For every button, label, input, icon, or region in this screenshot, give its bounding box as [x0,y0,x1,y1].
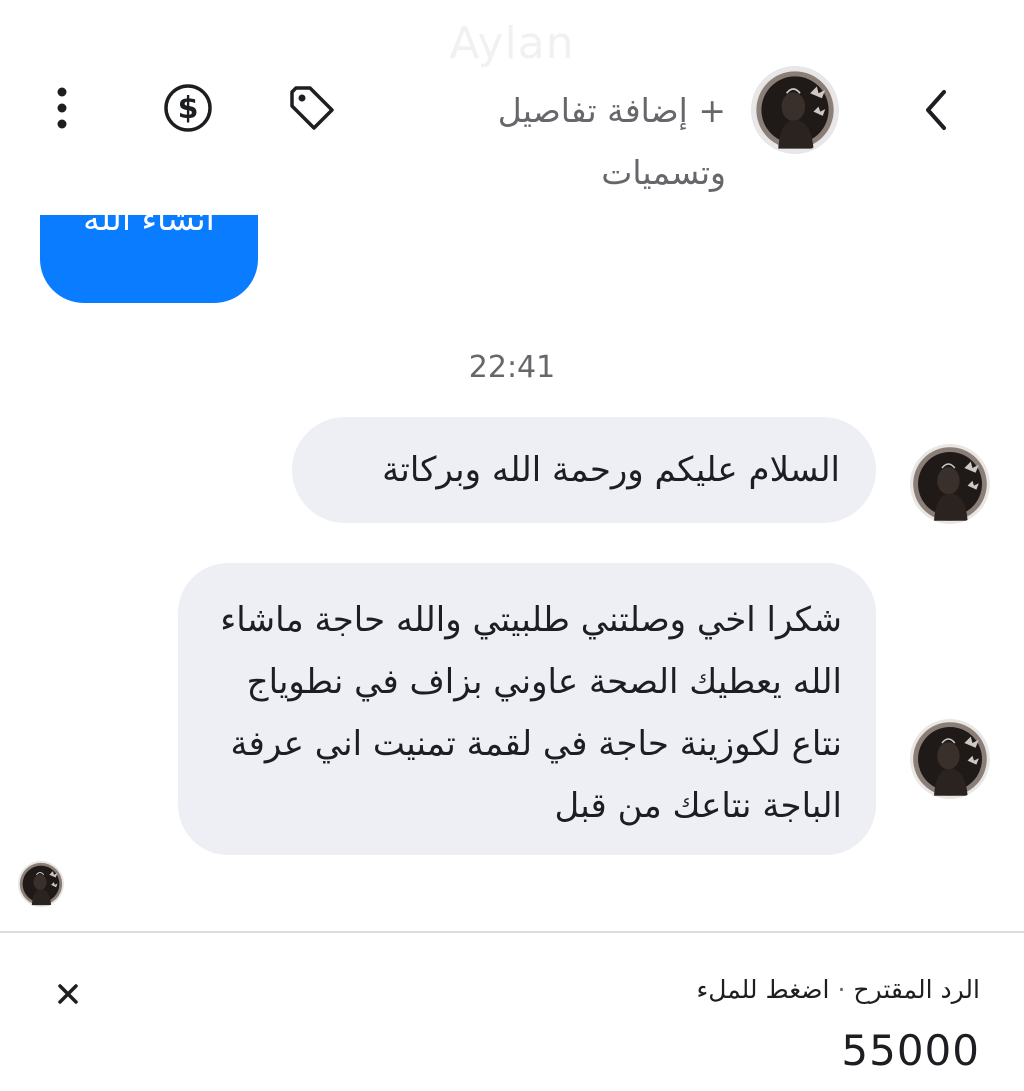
suggested-reply-header: الرد المقترح·اضغط للملء [300,975,980,1004]
tap-to-fill-hint: اضغط للملء [696,975,830,1004]
close-icon [48,974,88,1014]
message-timestamp: 22:41 [468,350,556,385]
avatar[interactable] [910,719,990,799]
dismiss-suggestion-button[interactable] [48,974,88,1014]
svg-text:$: $ [178,91,199,126]
message-text: السلام عليكم ورحمة الله وبركاتة [382,450,840,490]
separator-dot: · [837,975,846,1004]
payment-button[interactable]: $ [160,80,216,136]
avatar[interactable] [910,444,990,524]
tag-icon [284,80,340,136]
avatar[interactable] [751,66,839,154]
more-vertical-icon [34,80,90,136]
received-message-bubble[interactable]: السلام عليكم ورحمة الله وبركاتة [292,417,876,523]
message-text: انشاء الله [83,215,215,238]
divider [0,931,1024,933]
more-options-button[interactable] [34,80,90,136]
received-message-bubble[interactable]: شكرا اخي وصلتني طلبيتي والله حاجة ماشاء … [178,563,876,855]
message-list[interactable]: انشاء الله 22:41 السلام عليكم ورحمة الله… [0,215,1024,930]
message-text: شكرا اخي وصلتني طلبيتي والله حاجة ماشاء … [220,600,842,826]
dollar-icon: $ [160,80,216,136]
chat-header: + إضافة تفاصيل وتسميات $ [0,0,1024,215]
chevron-left-icon [912,82,960,138]
suggested-reply-label: الرد المقترح [853,975,980,1004]
suggested-reply-value[interactable]: 55000 [700,1026,980,1075]
tag-button[interactable] [284,80,340,136]
sent-message-bubble[interactable]: انشاء الله [40,215,258,303]
add-details-and-labels-link[interactable]: + إضافة تفاصيل وتسميات [430,80,726,204]
seen-indicator-avatar [18,861,64,907]
back-button[interactable] [912,82,960,138]
